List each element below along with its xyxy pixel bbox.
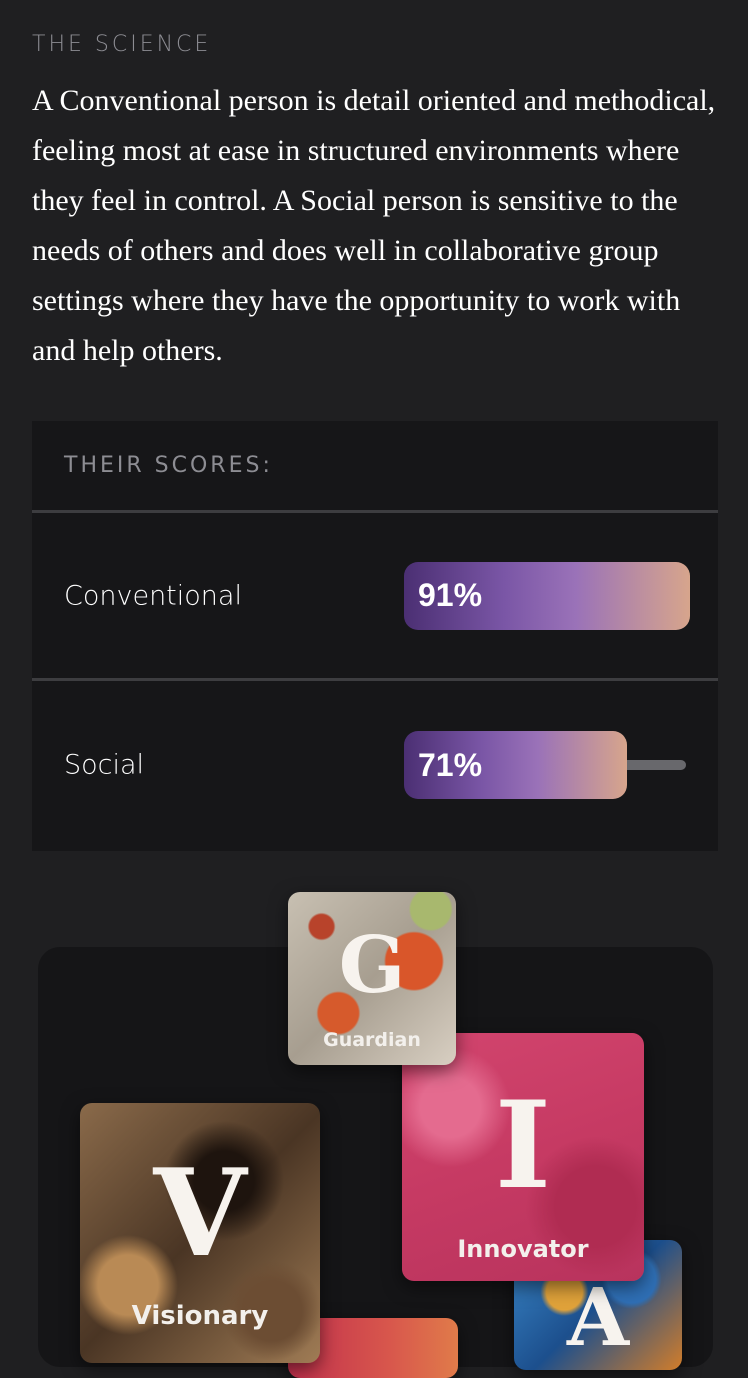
- science-heading: THE SCIENCE: [32, 32, 212, 57]
- score-label: Conventional: [64, 580, 242, 611]
- archetype-card-visionary[interactable]: V Visionary: [80, 1103, 320, 1363]
- card-name: Innovator: [457, 1235, 589, 1263]
- card-name: Guardian: [323, 1029, 421, 1051]
- score-row-conventional: Conventional 91%: [32, 513, 718, 681]
- score-value: 71%: [418, 746, 483, 783]
- score-bar: 71%: [404, 731, 627, 799]
- card-letter: V: [153, 1143, 247, 1284]
- card-letter: I: [494, 1075, 552, 1216]
- scores-panel: THEIR SCORES: Conventional 91% Social 71…: [32, 421, 718, 851]
- card-letter: G: [338, 920, 406, 1011]
- science-description: A Conventional person is detail oriented…: [32, 84, 716, 367]
- score-value: 91%: [418, 577, 483, 613]
- score-row-social: Social 71%: [32, 681, 718, 849]
- scores-heading: THEIR SCORES:: [32, 421, 718, 513]
- score-bar: 91%: [404, 561, 690, 630]
- card-name: Visionary: [131, 1301, 269, 1331]
- score-label: Social: [64, 749, 145, 781]
- archetype-card-innovator[interactable]: I Innovator: [402, 1033, 644, 1281]
- card-letter: A: [566, 1270, 630, 1364]
- archetype-card-guardian[interactable]: G Guardian: [288, 892, 456, 1065]
